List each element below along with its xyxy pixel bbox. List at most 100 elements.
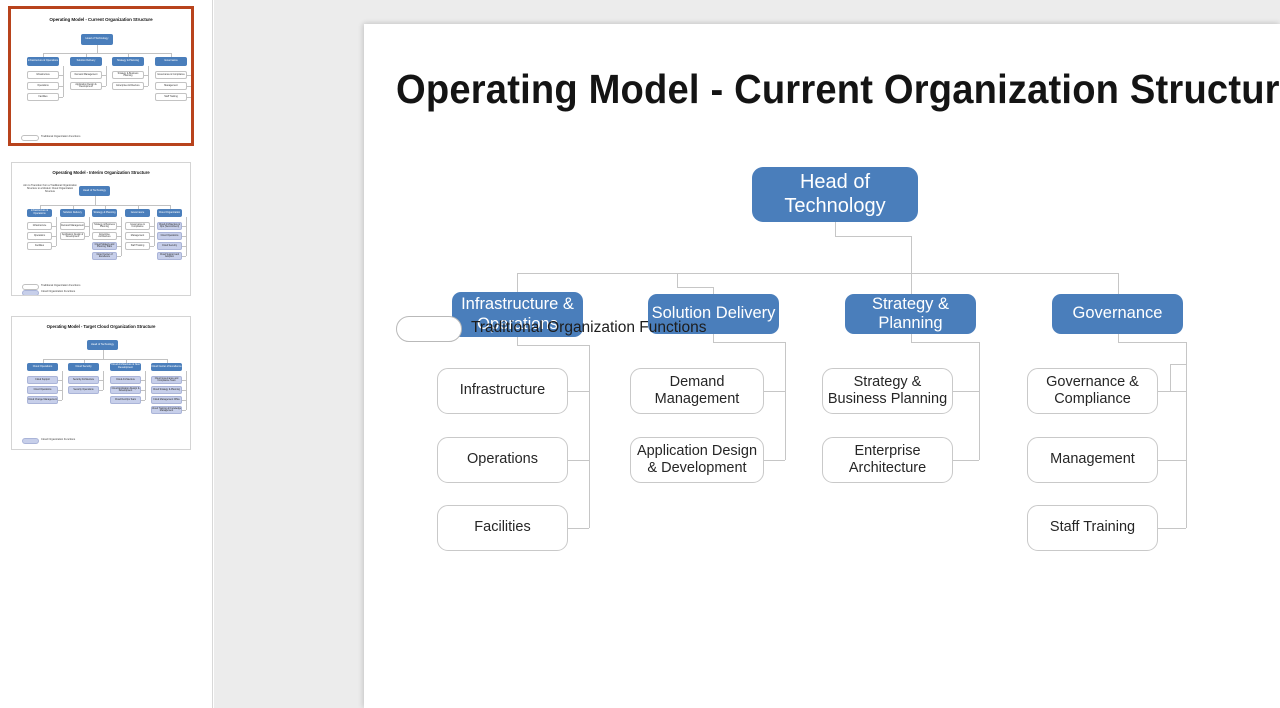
thumbnail-branch-1: Infrastructure & Operations xyxy=(27,57,59,66)
thumbnail-connector xyxy=(85,236,89,237)
thumbnail-slide-content: Operating Model - Target Cloud Organizat… xyxy=(12,317,190,449)
connector-line xyxy=(979,342,980,460)
thumbnail-connector xyxy=(170,205,171,209)
thumbnail-connector xyxy=(89,217,90,236)
thumbnail-leaf-3-2: Enterprise Architecture xyxy=(112,82,144,90)
thumbnail-branch-3: Strategy & Planning xyxy=(112,57,144,66)
thumbnail-leaf-1-1: Infrastructure xyxy=(27,71,59,79)
slide-thumbnail-1[interactable]: Operating Model - Current Organization S… xyxy=(8,6,194,146)
branch-3-child-1[interactable]: Strategy & Business Planning xyxy=(822,368,953,414)
legend-swatch xyxy=(396,316,462,342)
connector-line xyxy=(835,222,836,237)
thumbnail-connector xyxy=(128,53,129,57)
thumbnail-branch-4: Cloud Center of Excellence xyxy=(151,363,182,371)
thumbnail-connector xyxy=(141,400,145,401)
thumbnail-leaf-3-2: Cloud Application Design & Development xyxy=(110,386,141,394)
branch-3-child-2[interactable]: Enterprise Architecture xyxy=(822,437,953,483)
thumbnail-leaf-4-4: Cloud Training & Knowledge Management xyxy=(151,406,182,414)
thumbnail-connector xyxy=(121,217,122,256)
thumbnail-connector xyxy=(145,371,146,400)
thumbnail-leaf-2-1: Security Architecture xyxy=(68,376,99,384)
connector-line xyxy=(1158,528,1186,529)
connector-line xyxy=(568,460,589,461)
thumbnail-leaf-3-1: Cloud Architecture xyxy=(110,376,141,384)
branch-4-header[interactable]: Governance xyxy=(1052,294,1183,334)
thumbnail-legend-swatch xyxy=(22,290,39,295)
connector-line xyxy=(589,345,590,528)
thumbnail-leaf-4-1: Governance & Compliance xyxy=(125,222,150,230)
thumbnail-legend-label: Traditional Organization Functions xyxy=(41,134,81,138)
thumbnail-legend-label: Cloud Organization Functions xyxy=(41,437,76,441)
thumbnail-leaf-5-1: Cloud Architecture & Ops (Secondment) xyxy=(157,222,182,230)
thumbnail-connector xyxy=(43,53,171,54)
thumbnail-head: Head of Technology xyxy=(87,340,118,350)
thumbnail-connector xyxy=(86,53,87,57)
thumbnail-head: Head of Technology xyxy=(81,34,113,45)
thumbnail-leaf-4-3: Cloud Management Office xyxy=(151,396,182,404)
connector-line xyxy=(1170,364,1171,392)
branch-1-child-2[interactable]: Operations xyxy=(437,437,568,483)
thumbnail-leaf-5-2: Cloud Operations xyxy=(157,232,182,240)
connector-line xyxy=(764,391,785,392)
thumbnail-leaf-1-2: Operations xyxy=(27,232,52,240)
presentation-editor: Operating Model - Current Organization S… xyxy=(0,0,1280,708)
thumbnail-connector xyxy=(97,45,98,53)
thumbnail-note: Aim to Transition from a Traditional Org… xyxy=(23,184,77,193)
connector-line xyxy=(677,273,678,287)
branch-2-child-1[interactable]: Demand Management xyxy=(630,368,764,414)
branch-2-child-2[interactable]: Application Design & Development xyxy=(630,437,764,483)
connector-line xyxy=(835,236,911,237)
branch-1-child-1[interactable]: Infrastructure xyxy=(437,368,568,414)
connector-line xyxy=(568,528,589,529)
connector-line xyxy=(1170,364,1186,365)
thumbnail-title: Operating Model - Interim Organization S… xyxy=(52,170,150,175)
thumbnail-connector xyxy=(102,86,106,87)
branch-3-header[interactable]: Strategy & Planning xyxy=(845,294,976,334)
thumbnail-slide-content: Operating Model - Interim Organization S… xyxy=(12,163,190,295)
thumbnail-branch-1: Infrastructure & Operations xyxy=(27,209,52,217)
connector-line xyxy=(911,334,912,342)
current-slide[interactable]: Operating Model - Current Organization S… xyxy=(364,24,1280,708)
thumbnail-branch-3: Strategy & Planning xyxy=(92,209,117,217)
thumbnail-connector xyxy=(84,359,85,363)
connector-line xyxy=(713,334,714,342)
thumbnail-leaf-4-2: Management xyxy=(155,82,187,90)
branch-4-child-1[interactable]: Governance & Compliance xyxy=(1027,368,1158,414)
connector-line xyxy=(1118,334,1119,342)
thumbnail-connector xyxy=(43,53,44,57)
thumbnail-connector xyxy=(52,246,56,247)
thumbnail-leaf-2-2: Security Operations xyxy=(68,386,99,394)
connector-line xyxy=(764,460,785,461)
connector-line xyxy=(1118,342,1186,343)
node-head-of-technology[interactable]: Head of Technology xyxy=(752,167,918,222)
connector-line xyxy=(517,273,518,292)
thumbnail-leaf-5-3: Cloud Security xyxy=(157,242,182,250)
thumbnail-connector xyxy=(148,66,149,86)
connector-line xyxy=(953,460,979,461)
thumbnail-branch-4: Governance xyxy=(125,209,150,217)
slide-thumbnail-3[interactable]: Operating Model - Target Cloud Organizat… xyxy=(11,316,191,450)
thumbnail-leaf-2-1: Demand Management xyxy=(60,222,85,230)
thumbnail-connector xyxy=(99,390,103,391)
thumbnail-leaf-4-1: Governance & Compliance xyxy=(155,71,187,79)
thumbnail-leaf-5-4: Cloud Support and Adoption xyxy=(157,252,182,260)
connector-line xyxy=(785,342,786,460)
thumbnail-connector xyxy=(59,97,63,98)
thumbnail-leaf-3-1: Strategy & Business Planning xyxy=(112,71,144,79)
thumbnail-leaf-1-3: Facilities xyxy=(27,242,52,250)
thumbnail-leaf-2-2: Application Design & Development xyxy=(60,232,85,240)
thumbnail-connector xyxy=(144,86,148,87)
thumbnail-legend-label: Traditional Organization Functions xyxy=(41,283,81,287)
branch-1-child-3[interactable]: Facilities xyxy=(437,505,568,551)
thumbnail-leaf-3-2: Enterprise Architecture xyxy=(92,232,117,240)
thumbnail-connector xyxy=(167,359,168,363)
branch-4-child-2[interactable]: Management xyxy=(1027,437,1158,483)
slide-thumbnail-2[interactable]: Operating Model - Interim Organization S… xyxy=(11,162,191,296)
thumbnail-leaf-4-2: Cloud Strategy & Planning xyxy=(151,386,182,394)
thumbnail-connector xyxy=(56,217,57,246)
thumbnail-connector xyxy=(62,371,63,400)
thumbnail-branch-1: Cloud Operations xyxy=(27,363,58,371)
branch-4-child-3[interactable]: Staff Training xyxy=(1027,505,1158,551)
slide-thumbnail-sidebar[interactable]: Operating Model - Current Organization S… xyxy=(0,0,213,708)
thumbnail-title: Operating Model - Current Organization S… xyxy=(49,17,153,22)
